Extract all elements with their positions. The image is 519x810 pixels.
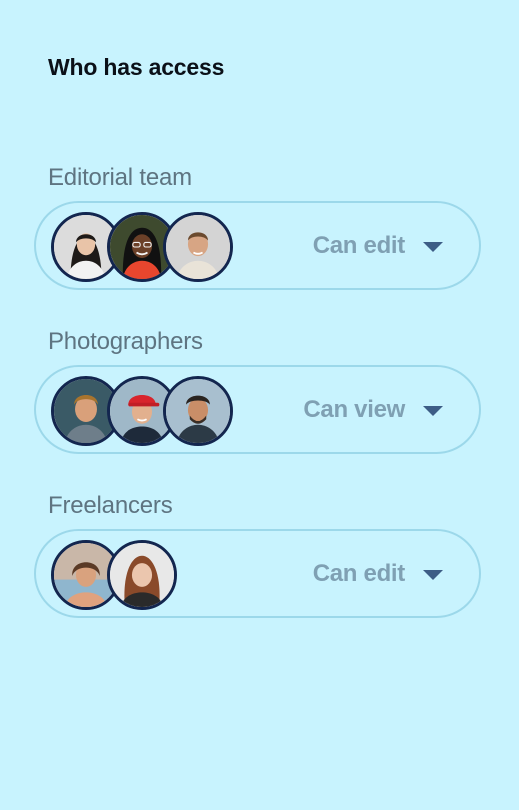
permission-dropdown[interactable]: Can edit: [313, 531, 443, 616]
chevron-down-icon: [423, 405, 443, 416]
permission-dropdown[interactable]: Can view: [303, 367, 443, 452]
permission-dropdown[interactable]: Can edit: [313, 203, 443, 288]
permission-label: Can view: [303, 395, 405, 423]
avatar[interactable]: [163, 376, 233, 446]
chevron-down-icon: [423, 569, 443, 580]
access-row: Can view: [34, 365, 481, 454]
group-label: Freelancers: [48, 492, 173, 519]
permission-label: Can edit: [312, 231, 406, 259]
avatar[interactable]: [163, 212, 233, 282]
group-label: Photographers: [48, 328, 203, 355]
access-panel: Who has access Editorial team Can edit P…: [0, 0, 519, 810]
permission-label: Can edit: [312, 559, 406, 587]
chevron-down-icon: [423, 241, 443, 252]
panel-title: Who has access: [48, 54, 225, 80]
group-label: Editorial team: [48, 164, 192, 191]
access-row: Can edit: [34, 201, 481, 290]
avatar[interactable]: [107, 540, 177, 610]
access-row: Can edit: [34, 529, 481, 618]
